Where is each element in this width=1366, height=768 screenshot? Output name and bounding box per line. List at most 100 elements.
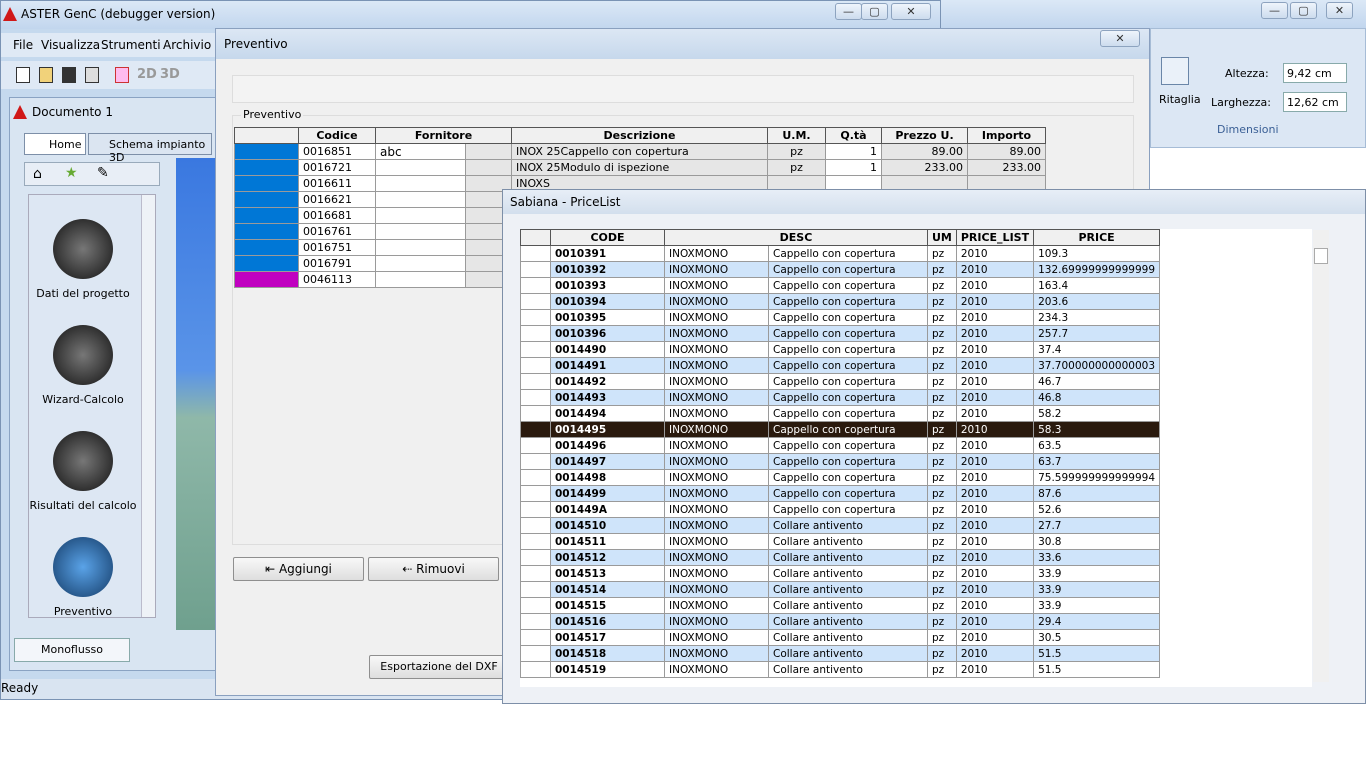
row-selector[interactable] (520, 325, 551, 342)
pl-cell[interactable]: Collare antivento (768, 565, 928, 582)
cell-swatch[interactable] (234, 207, 299, 224)
pl-cell[interactable]: 0014491 (550, 357, 665, 374)
pl-cell[interactable]: 0014490 (550, 341, 665, 358)
pl-cell[interactable]: 0014495 (550, 421, 665, 438)
export-dxf-button[interactable]: Esportazione del DXF (369, 655, 509, 679)
pricelist-row[interactable]: 0014494 INOXMONO Cappello con copertura pz 2… (520, 405, 1160, 422)
pricelist-row[interactable]: 0014493 INOXMONO Cappello con copertura pz 2… (520, 389, 1160, 406)
pl-cell[interactable]: Cappello con copertura (768, 341, 928, 358)
pl-cell[interactable]: 2010 (955, 277, 1035, 294)
pl-cell[interactable]: pz (926, 293, 957, 310)
pl-cell[interactable]: pz (926, 581, 957, 598)
pricelist-row[interactable]: 0014512 INOXMONO Collare antivento pz 2010 33… (520, 549, 1160, 566)
pl-cell[interactable]: pz (926, 533, 957, 550)
pl-cell[interactable]: Cappello con copertura (768, 469, 928, 486)
pl-cell[interactable]: pz (926, 245, 957, 262)
row-selector[interactable] (520, 309, 551, 326)
pl-cell[interactable]: pz (926, 421, 957, 438)
row-selector[interactable] (520, 517, 551, 534)
pl-cell[interactable]: 0010396 (550, 325, 665, 342)
pl-cell[interactable]: 0014492 (550, 373, 665, 390)
col-importo[interactable]: Importo (967, 127, 1046, 144)
pl-cell[interactable]: pz (926, 277, 957, 294)
pl-cell[interactable]: 75.599999999999994 (1033, 469, 1160, 486)
new-icon[interactable] (16, 67, 30, 83)
cell-um[interactable]: pz (767, 143, 826, 160)
pl-cell[interactable]: 0010395 (550, 309, 665, 326)
pl-cell[interactable]: pz (926, 357, 957, 374)
pl-col-code[interactable]: CODE (550, 229, 665, 246)
pl-cell[interactable]: pz (926, 549, 957, 566)
pl-cell[interactable]: 2010 (955, 501, 1035, 518)
pl-col-desc[interactable]: DESC (664, 229, 928, 246)
pl-cell[interactable]: 2010 (955, 389, 1035, 406)
side-item-preventivo[interactable]: Preventivo (29, 605, 137, 618)
pl-cell[interactable]: 33.6 (1033, 549, 1160, 566)
pl-cell[interactable]: 0010393 (550, 277, 665, 294)
row-selector[interactable] (520, 485, 551, 502)
pl-cell[interactable]: pz (926, 437, 957, 454)
altezza-input[interactable]: 9,42 cm (1283, 63, 1347, 83)
menu-strumenti[interactable]: Strumenti (101, 38, 161, 52)
pl-cell[interactable]: pz (926, 597, 957, 614)
row-selector[interactable] (520, 405, 551, 422)
cell-swatch[interactable] (234, 191, 299, 208)
pl-cell[interactable]: Cappello con copertura (768, 421, 928, 438)
pl-cell[interactable]: INOXMONO (664, 389, 769, 406)
pricelist-row[interactable]: 0010392 INOXMONO Cappello con copertura pz 2… (520, 261, 1160, 278)
pl-cell[interactable]: 2010 (955, 421, 1035, 438)
view-2d-button[interactable]: 2D (137, 67, 157, 82)
pricelist-row[interactable]: 001449A INOXMONO Cappello con copertura pz 2… (520, 501, 1160, 518)
pricelist-row[interactable]: 0010393 INOXMONO Cappello con copertura pz 2… (520, 277, 1160, 294)
pl-cell[interactable]: 2010 (955, 293, 1035, 310)
pl-cell[interactable]: 33.9 (1033, 565, 1160, 582)
cell-importo[interactable]: 233.00 (967, 159, 1046, 176)
row-selector[interactable] (520, 565, 551, 582)
menu-visualizza[interactable]: Visualizza (41, 38, 100, 52)
pl-cell[interactable]: 0014496 (550, 437, 665, 454)
pl-cell[interactable]: Cappello con copertura (768, 437, 928, 454)
col-codice[interactable]: Codice (298, 127, 376, 144)
pl-cell[interactable]: INOXMONO (664, 629, 769, 646)
row-selector[interactable] (520, 501, 551, 518)
row-selector[interactable] (520, 341, 551, 358)
pl-cell[interactable]: 46.7 (1033, 373, 1160, 390)
pl-cell[interactable]: INOXMONO (664, 549, 769, 566)
pl-cell[interactable]: pz (926, 389, 957, 406)
cell-codice[interactable]: 0016721 (298, 159, 376, 176)
cell-um[interactable]: pz (767, 159, 826, 176)
pl-cell[interactable]: 0014518 (550, 645, 665, 662)
pl-cell[interactable]: pz (926, 485, 957, 502)
pl-cell[interactable]: 2010 (955, 533, 1035, 550)
cell-codice[interactable]: 0016791 (298, 255, 376, 272)
pl-cell[interactable]: 2010 (955, 325, 1035, 342)
row-selector[interactable] (520, 261, 551, 278)
row-selector[interactable] (520, 597, 551, 614)
row-selector[interactable] (520, 533, 551, 550)
pricelist-row[interactable]: 0014496 INOXMONO Cappello con copertura pz 2… (520, 437, 1160, 454)
pricelist-row[interactable]: 0014511 INOXMONO Collare antivento pz 2010 30… (520, 533, 1160, 550)
pl-cell[interactable]: 2010 (955, 469, 1035, 486)
cell-importo[interactable]: 89.00 (967, 143, 1046, 160)
pl-cell[interactable]: INOXMONO (664, 373, 769, 390)
cell-fornitore[interactable] (375, 207, 466, 224)
row-selector[interactable] (520, 613, 551, 630)
pl-cell[interactable]: 2010 (955, 309, 1035, 326)
pl-cell[interactable]: 2010 (955, 597, 1035, 614)
pl-cell[interactable]: INOXMONO (664, 501, 769, 518)
monoflusso-tab[interactable]: Monoflusso (14, 638, 130, 662)
pl-cell[interactable]: 0014498 (550, 469, 665, 486)
pricelist-row[interactable]: 0014516 INOXMONO Collare antivento pz 2010 29… (520, 613, 1160, 630)
pricelist-row[interactable]: 0014491 INOXMONO Cappello con copertura pz 2… (520, 357, 1160, 374)
pricelist-row[interactable]: 0014518 INOXMONO Collare antivento pz 2010 51… (520, 645, 1160, 662)
pl-cell[interactable]: pz (926, 613, 957, 630)
pl-cell[interactable]: 63.5 (1033, 437, 1160, 454)
side-item-risultati[interactable]: Risultati del calcolo (29, 499, 137, 512)
pl-cell[interactable]: pz (926, 517, 957, 534)
pl-cell[interactable]: 0014516 (550, 613, 665, 630)
pl-cell[interactable]: INOXMONO (664, 645, 769, 662)
pl-cell[interactable]: pz (926, 453, 957, 470)
pl-cell[interactable]: INOXMONO (664, 469, 769, 486)
cell-swatch[interactable] (234, 159, 299, 176)
pl-cell[interactable]: 51.5 (1033, 661, 1160, 678)
